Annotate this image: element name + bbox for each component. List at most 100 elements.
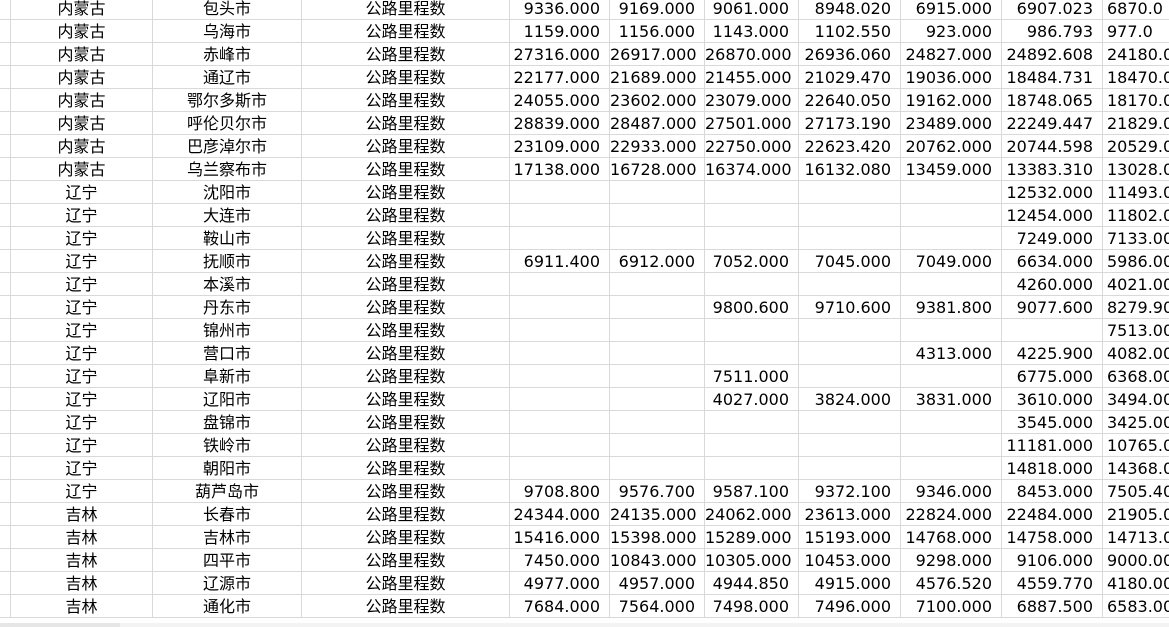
- metric-cell[interactable]: 公路里程数: [302, 319, 510, 342]
- value-cell[interactable]: [610, 204, 705, 227]
- province-cell[interactable]: 内蒙古: [11, 0, 153, 20]
- value-cell[interactable]: 4021.00: [1103, 273, 1169, 296]
- value-cell[interactable]: 977.0: [1103, 20, 1169, 43]
- value-cell[interactable]: 6870.0: [1103, 0, 1169, 20]
- metric-cell[interactable]: 公路里程数: [302, 503, 510, 526]
- province-cell[interactable]: 辽宁: [11, 388, 153, 411]
- value-cell[interactable]: 3494.00: [1103, 388, 1169, 411]
- city-cell[interactable]: 乌兰察布市: [153, 158, 302, 181]
- metric-cell[interactable]: 公路里程数: [302, 158, 510, 181]
- row-gutter-cell[interactable]: [0, 0, 11, 20]
- value-cell[interactable]: 9336.000: [510, 0, 610, 20]
- horizontal-scrollbar[interactable]: [0, 623, 1169, 627]
- province-cell[interactable]: 内蒙古: [11, 112, 153, 135]
- value-cell[interactable]: 9708.800: [510, 480, 610, 503]
- metric-cell[interactable]: 公路里程数: [302, 296, 510, 319]
- province-cell[interactable]: 辽宁: [11, 480, 153, 503]
- row-gutter-cell[interactable]: [0, 112, 11, 135]
- value-cell[interactable]: [510, 388, 610, 411]
- metric-cell[interactable]: 公路里程数: [302, 273, 510, 296]
- value-cell[interactable]: 17138.000: [510, 158, 610, 181]
- row-gutter-cell[interactable]: [0, 595, 11, 618]
- city-cell[interactable]: 通化市: [153, 595, 302, 618]
- value-cell[interactable]: 22484.000: [1002, 503, 1103, 526]
- value-cell[interactable]: [610, 296, 705, 319]
- value-cell[interactable]: 21829.0: [1103, 112, 1169, 135]
- metric-cell[interactable]: 公路里程数: [302, 572, 510, 595]
- province-cell[interactable]: 辽宁: [11, 227, 153, 250]
- value-cell[interactable]: 4180.00: [1103, 572, 1169, 595]
- province-cell[interactable]: 内蒙古: [11, 135, 153, 158]
- value-cell[interactable]: 22824.000: [901, 503, 1002, 526]
- value-cell[interactable]: 9372.100: [799, 480, 901, 503]
- value-cell[interactable]: 4260.000: [1002, 273, 1103, 296]
- value-cell[interactable]: 19162.000: [901, 89, 1002, 112]
- row-gutter-cell[interactable]: [0, 227, 11, 250]
- value-cell[interactable]: 19036.000: [901, 66, 1002, 89]
- city-cell[interactable]: 辽阳市: [153, 388, 302, 411]
- value-cell[interactable]: [901, 204, 1002, 227]
- value-cell[interactable]: 20762.000: [901, 135, 1002, 158]
- value-cell[interactable]: 14768.000: [901, 526, 1002, 549]
- row-gutter-cell[interactable]: [0, 342, 11, 365]
- row-gutter-cell[interactable]: [0, 526, 11, 549]
- value-cell[interactable]: 7052.000: [705, 250, 799, 273]
- value-cell[interactable]: 11181.000: [1002, 434, 1103, 457]
- value-cell[interactable]: 9298.000: [901, 549, 1002, 572]
- value-cell[interactable]: 15398.000: [610, 526, 705, 549]
- value-cell[interactable]: 21689.000: [610, 66, 705, 89]
- value-cell[interactable]: [901, 411, 1002, 434]
- value-cell[interactable]: 15416.000: [510, 526, 610, 549]
- value-cell[interactable]: 1159.000: [510, 20, 610, 43]
- value-cell[interactable]: [799, 273, 901, 296]
- row-gutter-cell[interactable]: [0, 572, 11, 595]
- value-cell[interactable]: [510, 204, 610, 227]
- metric-cell[interactable]: 公路里程数: [302, 43, 510, 66]
- city-cell[interactable]: 沈阳市: [153, 181, 302, 204]
- metric-cell[interactable]: 公路里程数: [302, 135, 510, 158]
- value-cell[interactable]: 11493.0: [1103, 181, 1169, 204]
- value-cell[interactable]: 4313.000: [901, 342, 1002, 365]
- value-cell[interactable]: 11802.0: [1103, 204, 1169, 227]
- value-cell[interactable]: 24827.000: [901, 43, 1002, 66]
- value-cell[interactable]: 6912.000: [610, 250, 705, 273]
- city-cell[interactable]: 葫芦岛市: [153, 480, 302, 503]
- value-cell[interactable]: 6907.023: [1002, 0, 1103, 20]
- city-cell[interactable]: 抚顺市: [153, 250, 302, 273]
- value-cell[interactable]: 18748.065: [1002, 89, 1103, 112]
- value-cell[interactable]: 1156.000: [610, 20, 705, 43]
- city-cell[interactable]: 吉林市: [153, 526, 302, 549]
- value-cell[interactable]: 1143.000: [705, 20, 799, 43]
- value-cell[interactable]: 28487.000: [610, 112, 705, 135]
- value-cell[interactable]: [705, 434, 799, 457]
- value-cell[interactable]: 13459.000: [901, 158, 1002, 181]
- value-cell[interactable]: [705, 181, 799, 204]
- value-cell[interactable]: 4576.520: [901, 572, 1002, 595]
- value-cell[interactable]: 18170.0: [1103, 89, 1169, 112]
- value-cell[interactable]: [510, 365, 610, 388]
- city-cell[interactable]: 四平市: [153, 549, 302, 572]
- value-cell[interactable]: 21905.0: [1103, 503, 1169, 526]
- scrollbar-thumb[interactable]: [0, 623, 120, 627]
- value-cell[interactable]: [610, 227, 705, 250]
- value-cell[interactable]: [705, 342, 799, 365]
- value-cell[interactable]: 16132.080: [799, 158, 901, 181]
- value-cell[interactable]: 5986.00: [1103, 250, 1169, 273]
- value-cell[interactable]: 20529.0: [1103, 135, 1169, 158]
- value-cell[interactable]: [901, 365, 1002, 388]
- value-cell[interactable]: [510, 273, 610, 296]
- value-cell[interactable]: 923.000: [901, 20, 1002, 43]
- value-cell[interactable]: 4559.770: [1002, 572, 1103, 595]
- value-cell[interactable]: 15289.000: [705, 526, 799, 549]
- province-cell[interactable]: 吉林: [11, 549, 153, 572]
- province-cell[interactable]: 内蒙古: [11, 20, 153, 43]
- city-cell[interactable]: 乌海市: [153, 20, 302, 43]
- value-cell[interactable]: [610, 181, 705, 204]
- metric-cell[interactable]: 公路里程数: [302, 227, 510, 250]
- metric-cell[interactable]: 公路里程数: [302, 365, 510, 388]
- row-gutter-cell[interactable]: [0, 204, 11, 227]
- value-cell[interactable]: [901, 227, 1002, 250]
- value-cell[interactable]: 15193.000: [799, 526, 901, 549]
- city-cell[interactable]: 鄂尔多斯市: [153, 89, 302, 112]
- province-cell[interactable]: 内蒙古: [11, 66, 153, 89]
